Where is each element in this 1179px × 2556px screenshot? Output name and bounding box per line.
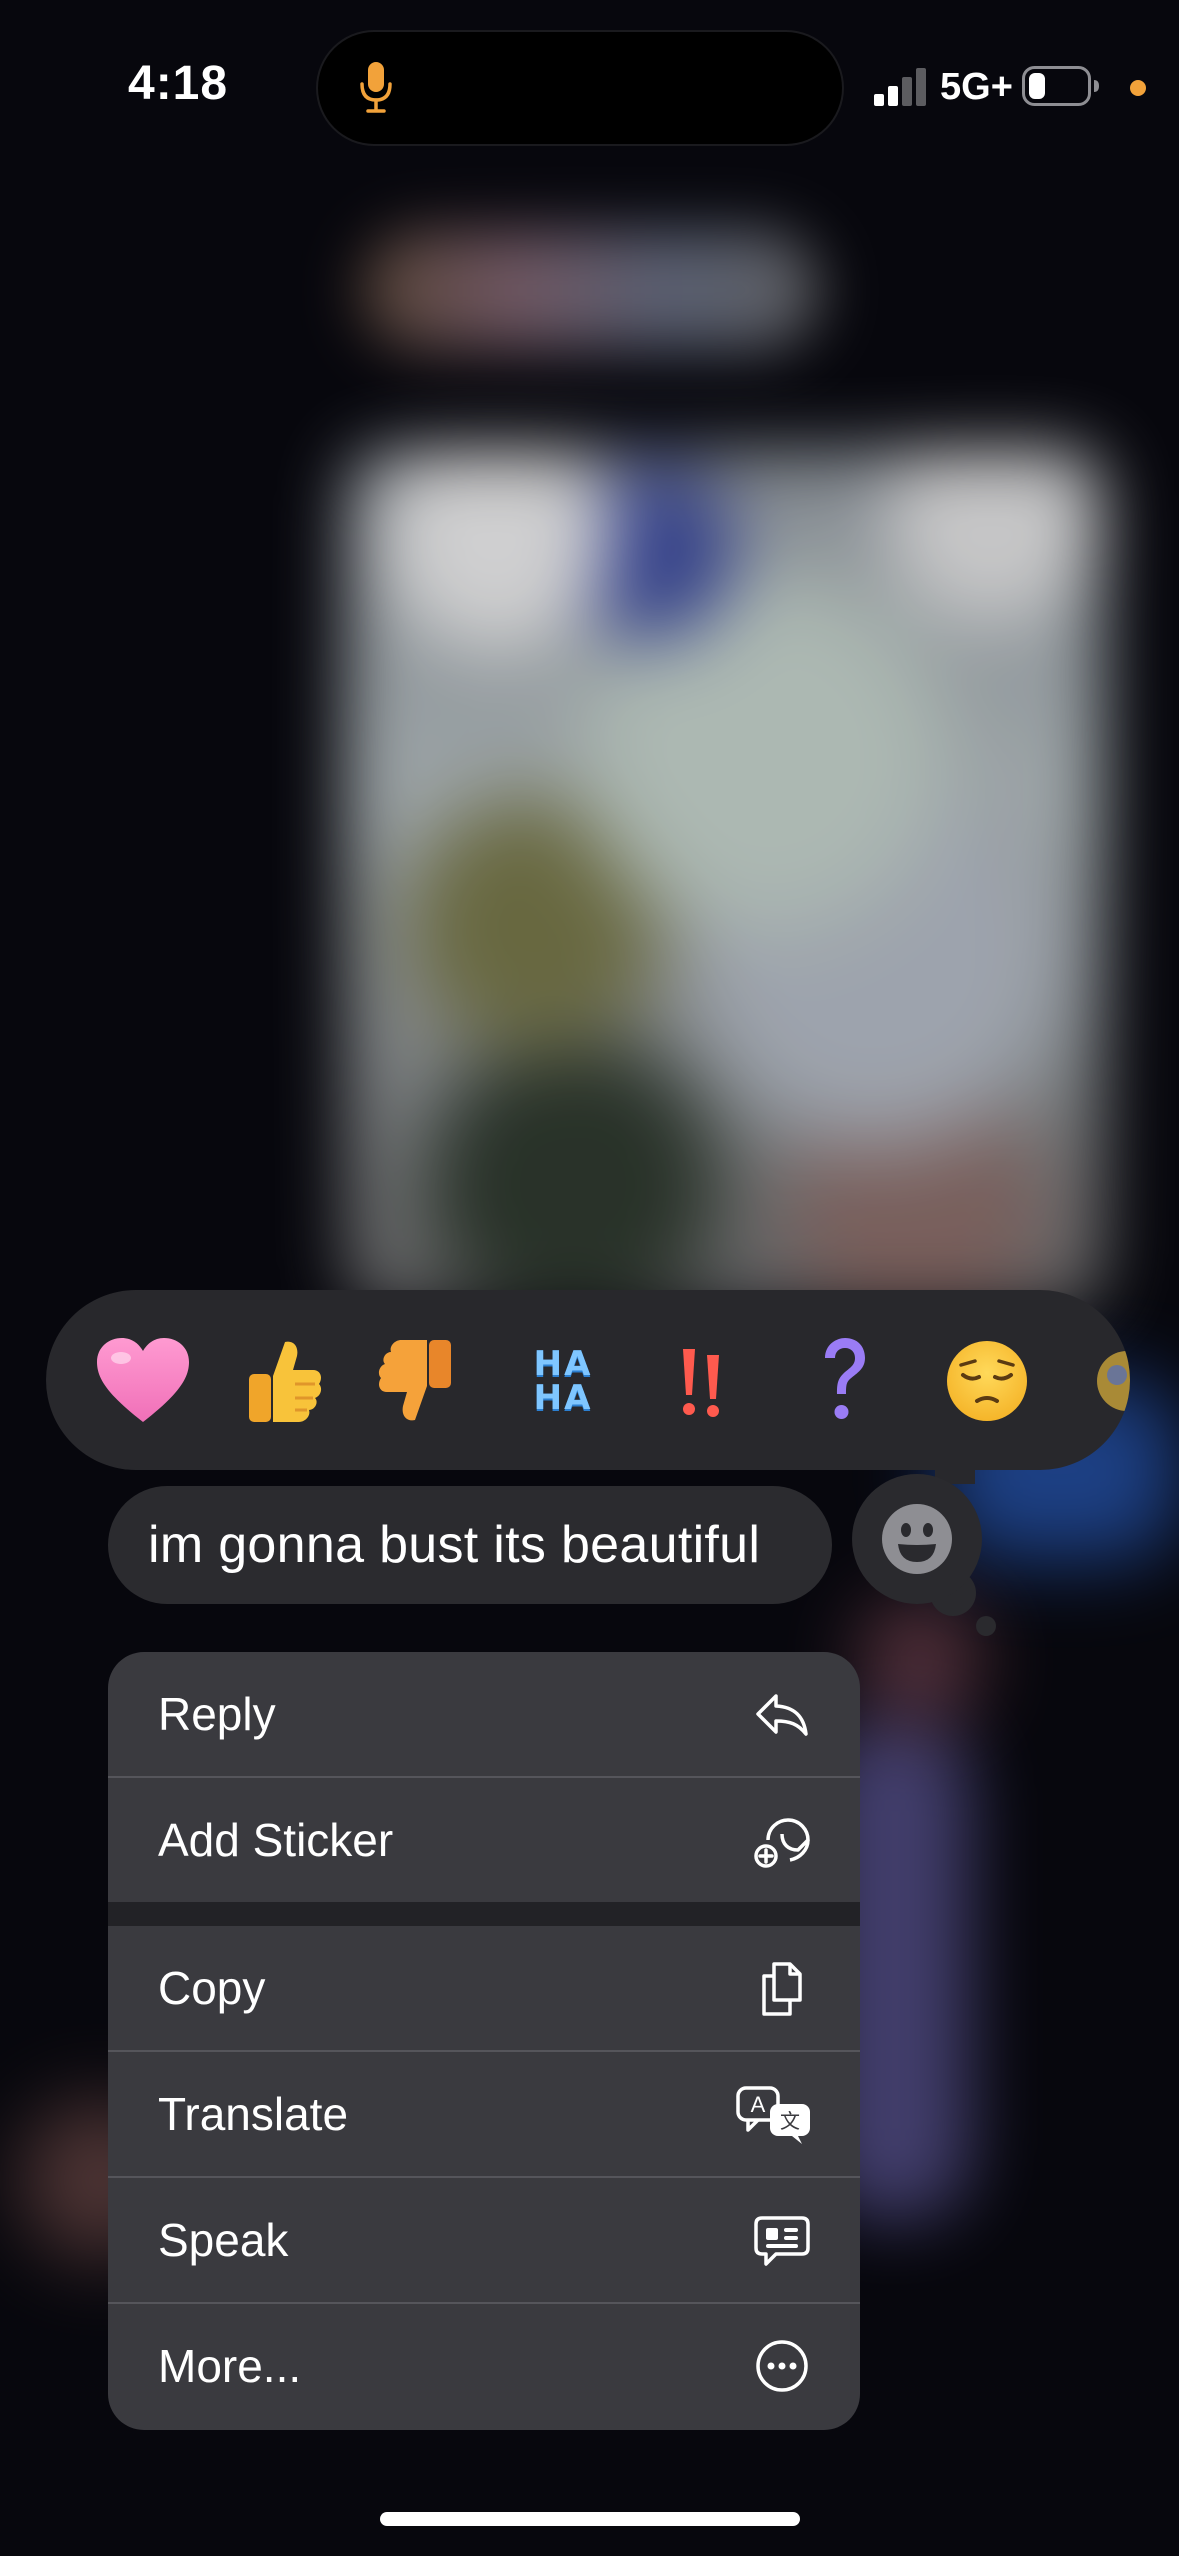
reaction-thumbs-down[interactable] bbox=[362, 1326, 472, 1436]
message-text: im gonna bust its beautiful bbox=[148, 1516, 761, 1574]
svg-text:文: 文 bbox=[780, 2109, 800, 2133]
reaction-thumbs-up[interactable] bbox=[228, 1326, 338, 1436]
heart-icon bbox=[97, 1338, 189, 1422]
more-icon bbox=[756, 2340, 808, 2392]
menu-item-label: Speak bbox=[158, 2214, 289, 2266]
menu-item-label: More... bbox=[158, 2340, 302, 2392]
blurred-photo-message bbox=[345, 450, 1105, 1310]
menu-section-separator bbox=[108, 1902, 860, 1926]
tapback-reaction-bar: HA HA bbox=[46, 1290, 1130, 1470]
context-menu: Reply Add Sticker Copy Translate A 文 Spe… bbox=[108, 1652, 860, 2430]
pensive-face-icon bbox=[947, 1341, 1027, 1421]
partial-emoji-icon bbox=[1097, 1351, 1130, 1411]
home-indicator[interactable] bbox=[380, 2512, 800, 2526]
thumbs-down-icon bbox=[378, 1340, 451, 1421]
network-type: 5G+ bbox=[940, 66, 1013, 108]
blurred-header bbox=[360, 230, 820, 350]
microphone-icon bbox=[360, 62, 392, 113]
tapback-bubble-tail-dot bbox=[976, 1616, 996, 1636]
reaction-more-emoji[interactable] bbox=[1072, 1326, 1130, 1436]
cellular-signal-icon bbox=[874, 68, 926, 106]
reaction-pensive-face[interactable] bbox=[932, 1326, 1042, 1436]
menu-item-label: Reply bbox=[158, 1688, 276, 1740]
thumbs-up-icon bbox=[249, 1341, 322, 1422]
menu-item-label: Add Sticker bbox=[158, 1814, 394, 1866]
haha-line-1: HA bbox=[533, 1344, 593, 1384]
double-exclamation-icon bbox=[683, 1349, 719, 1417]
translate-icon: A 文 bbox=[736, 2086, 810, 2144]
menu-item-label: Copy bbox=[158, 1962, 266, 2014]
battery-icon bbox=[1022, 66, 1099, 106]
menu-item-speak[interactable]: Speak bbox=[108, 2178, 860, 2302]
menu-item-more[interactable]: More... bbox=[108, 2304, 860, 2428]
menu-item-reply[interactable]: Reply bbox=[108, 1652, 860, 1776]
reaction-question[interactable] bbox=[788, 1326, 898, 1436]
reaction-haha[interactable]: HA HA bbox=[508, 1326, 618, 1436]
svg-text:A: A bbox=[751, 2092, 766, 2117]
reply-icon bbox=[756, 1694, 808, 1736]
haha-line-2: HA bbox=[533, 1378, 593, 1418]
menu-item-copy[interactable]: Copy bbox=[108, 1926, 860, 2050]
dynamic-island[interactable] bbox=[318, 32, 842, 144]
emoji-tapback-button[interactable] bbox=[852, 1474, 982, 1604]
reaction-heart[interactable] bbox=[88, 1326, 198, 1436]
status-time: 4:18 bbox=[128, 57, 229, 110]
add-sticker-icon bbox=[754, 1818, 810, 1868]
reaction-exclamation[interactable] bbox=[646, 1326, 756, 1436]
menu-item-add-sticker[interactable]: Add Sticker bbox=[108, 1778, 860, 1902]
smiley-icon bbox=[882, 1504, 952, 1574]
blurred-reaction bbox=[860, 1600, 980, 1720]
menu-item-label: Translate bbox=[158, 2088, 349, 2140]
speak-icon bbox=[754, 2216, 810, 2266]
copy-icon bbox=[762, 1962, 802, 2016]
privacy-indicator-dot bbox=[1130, 80, 1146, 96]
question-mark-icon bbox=[825, 1338, 865, 1419]
haha-icon: HA HA bbox=[534, 1347, 593, 1415]
message-bubble[interactable]: im gonna bust its beautiful bbox=[108, 1486, 832, 1604]
menu-item-translate[interactable]: Translate A 文 bbox=[108, 2052, 860, 2176]
